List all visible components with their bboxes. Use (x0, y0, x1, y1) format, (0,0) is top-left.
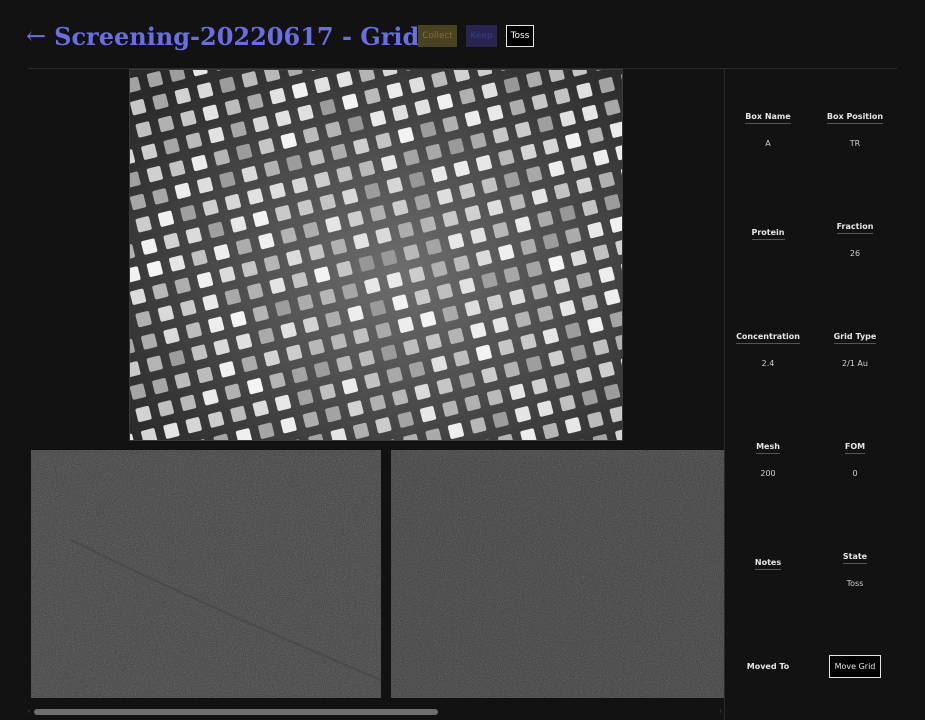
field-fom: FOM 0 (810, 434, 900, 478)
toss-button[interactable]: Toss (506, 25, 534, 47)
field-moved-to: Moved To (723, 654, 813, 673)
grid-details-panel: Box Name A Box Position TR Protein Fract… (724, 69, 898, 720)
header: ← Screening-20220617 - Grid 2 Collect Ke… (0, 0, 925, 69)
image-pane (28, 69, 724, 720)
back-link[interactable]: ← Screening-20220617 - Grid 2 (26, 18, 444, 54)
field-box-position: Box Position TR (810, 104, 900, 148)
field-box-name: Box Name A (723, 104, 813, 148)
back-arrow-icon: ← (26, 22, 47, 50)
mesh-label: Mesh (756, 442, 780, 454)
atlas-image[interactable] (129, 69, 623, 441)
move-grid-button[interactable]: Move Grid (828, 655, 882, 678)
horizontal-scrollbar[interactable]: ‹ › (28, 706, 724, 718)
field-move-grid: Move Grid (810, 654, 900, 678)
field-protein: Protein (723, 220, 813, 264)
box-position-value: TR (849, 139, 861, 148)
field-mesh: Mesh 200 (723, 434, 813, 478)
field-fraction: Fraction 26 (810, 214, 900, 258)
field-concentration: Concentration 2.4 (723, 324, 813, 368)
box-name-value: A (765, 139, 771, 148)
scroll-left-icon[interactable]: ‹ (28, 706, 30, 718)
protein-label: Protein (751, 228, 785, 240)
fom-label: FOM (844, 442, 866, 454)
scroll-right-icon[interactable]: › (720, 706, 722, 718)
micrograph-2[interactable] (391, 450, 724, 698)
keep-button[interactable]: Keep (466, 25, 497, 47)
grid-type-label: Grid Type (833, 332, 877, 344)
notes-value (723, 585, 813, 594)
box-position-label: Box Position (826, 112, 884, 124)
micrograph-1[interactable] (31, 450, 381, 698)
fom-value: 0 (852, 469, 858, 478)
mesh-value: 200 (760, 469, 776, 478)
fraction-value: 26 (849, 249, 861, 258)
state-value: Toss (846, 579, 864, 588)
concentration-label: Concentration (736, 332, 800, 344)
fraction-label: Fraction (836, 222, 874, 234)
box-name-label: Box Name (745, 112, 791, 124)
protein-value (723, 255, 813, 264)
state-label: State (842, 552, 868, 564)
field-notes: Notes (723, 550, 813, 594)
moved-to-label: Moved To (746, 662, 790, 671)
field-grid-type: Grid Type 2/1 Au (810, 324, 900, 368)
concentration-value: 2.4 (761, 359, 775, 368)
collect-button[interactable]: Collect (418, 25, 457, 47)
scroll-thumb[interactable] (34, 709, 438, 715)
grid-type-value: 2/1 Au (842, 359, 868, 368)
page-title: Screening-20220617 - Grid 2 (54, 21, 445, 51)
notes-label: Notes (754, 558, 782, 570)
field-state: State Toss (810, 544, 900, 588)
